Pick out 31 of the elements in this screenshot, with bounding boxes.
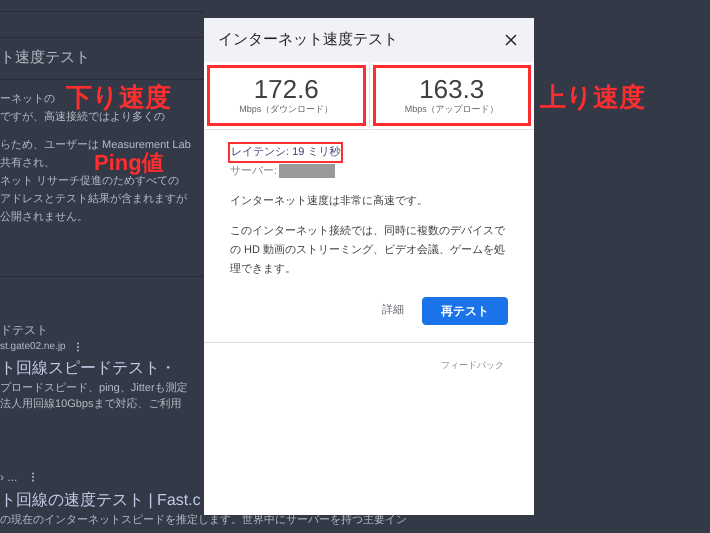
server-label: サーバー: <box>230 164 278 178</box>
text-line: ですが、高速接続ではより多くの <box>0 110 165 125</box>
text-line: 公開されません。 <box>0 210 88 225</box>
result-snippet: プロードスピード、ping、Jitterも測定 <box>0 380 188 396</box>
text-line: ネット リサーチ促進のためすべての <box>0 175 180 189</box>
details-button[interactable]: 詳細 <box>382 302 404 319</box>
annotation-label: 下り速度 <box>66 84 171 110</box>
speed-summary: インターネット速度は非常に高速です。 <box>230 194 429 209</box>
retest-button[interactable]: 再テスト <box>422 296 508 324</box>
speed-description: このインターネット接続では、同時に複数のデバイスでの HD 動画のストリーミング、ビデオ会議、ゲームを処理できます。 <box>230 224 506 276</box>
result-source: ドテスト <box>0 322 48 339</box>
result-snippet: 法人用回線10Gbpsまで対応、ご利用 <box>0 396 182 412</box>
text-line: ーネットの <box>0 92 55 107</box>
latency-text: レイテンシ: 19 ミリ秒 <box>228 142 344 162</box>
result-source: › ... <box>0 469 18 486</box>
text-line: らため、ユーザーは Measurement Lab <box>0 138 191 152</box>
feedback-link[interactable]: フィードバック <box>441 358 504 372</box>
text-line: アドレスとテスト結果が含まれますが <box>0 192 187 207</box>
speed-unit: Mbps（ダウンロード） <box>239 102 334 116</box>
section-heading: ト速度テスト <box>0 48 90 68</box>
speed-value: 163.3 <box>419 74 484 103</box>
result-url: st.gate02.ne.jp <box>0 340 66 354</box>
annotation-label: Ping値 <box>94 152 164 174</box>
dialog-title: インターネット速度テスト <box>218 30 398 50</box>
text-line: 共有され、 <box>0 156 55 171</box>
redacted-block <box>279 164 336 178</box>
annotation-label: 上り速度 <box>540 84 645 110</box>
result-title-link[interactable]: ト回線の速度テスト | Fast.c <box>0 490 201 512</box>
speed-unit: Mbps（アップロード） <box>404 102 499 116</box>
speed-value: 172.6 <box>254 74 319 103</box>
result-title-link[interactable]: ト回線スピードテスト・ <box>0 358 176 380</box>
